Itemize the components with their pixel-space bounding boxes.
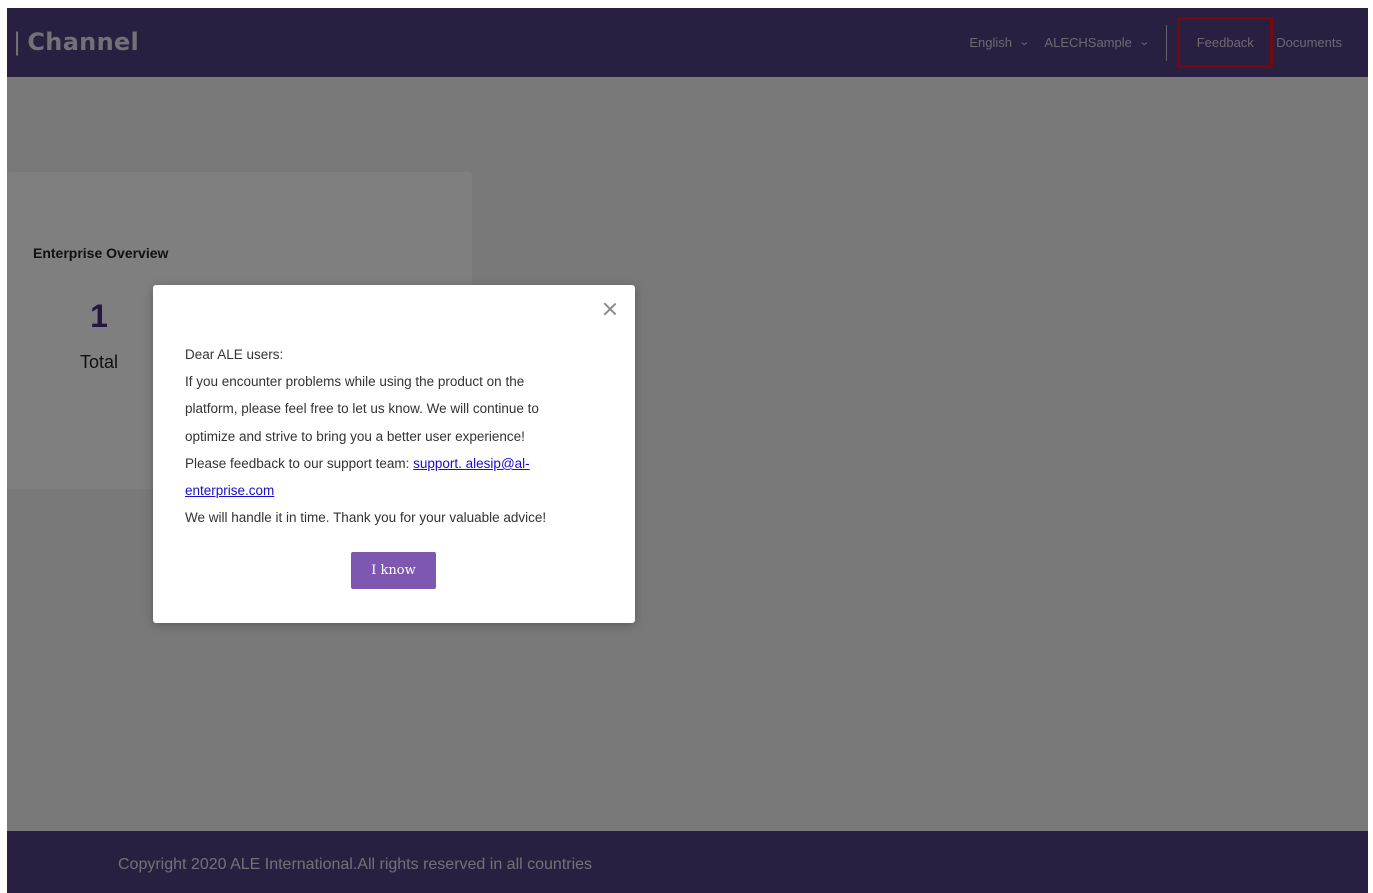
- close-icon[interactable]: [603, 302, 617, 316]
- support-email-link-continued[interactable]: enterprise.com: [185, 483, 274, 498]
- dialog-line: If you encounter problems while using th…: [185, 374, 525, 390]
- feedback-dialog: Dear ALE users: If you encounter problem…: [153, 285, 635, 623]
- dialog-line: optimize and strive to bring you a bette…: [185, 428, 525, 444]
- dialog-greeting: Dear ALE users:: [185, 347, 284, 362]
- dialog-closing: We will handle it in time. Thank you for…: [185, 510, 547, 526]
- dialog-line: platform, please feel free to let us kno…: [185, 401, 539, 417]
- support-email-link[interactable]: support. alesip@al-: [413, 456, 530, 471]
- i-know-button[interactable]: I know: [351, 552, 436, 589]
- dialog-message: Dear ALE users: If you encounter problem…: [185, 341, 615, 531]
- dialog-support-line-2: enterprise.com: [185, 477, 615, 504]
- app-window: |Channel English ⌄ ALECHSample ⌄ Feedbac…: [7, 8, 1368, 893]
- dialog-support-line: Please feedback to our support team: sup…: [185, 450, 615, 477]
- support-prefix: Please feedback to our support team:: [185, 455, 414, 471]
